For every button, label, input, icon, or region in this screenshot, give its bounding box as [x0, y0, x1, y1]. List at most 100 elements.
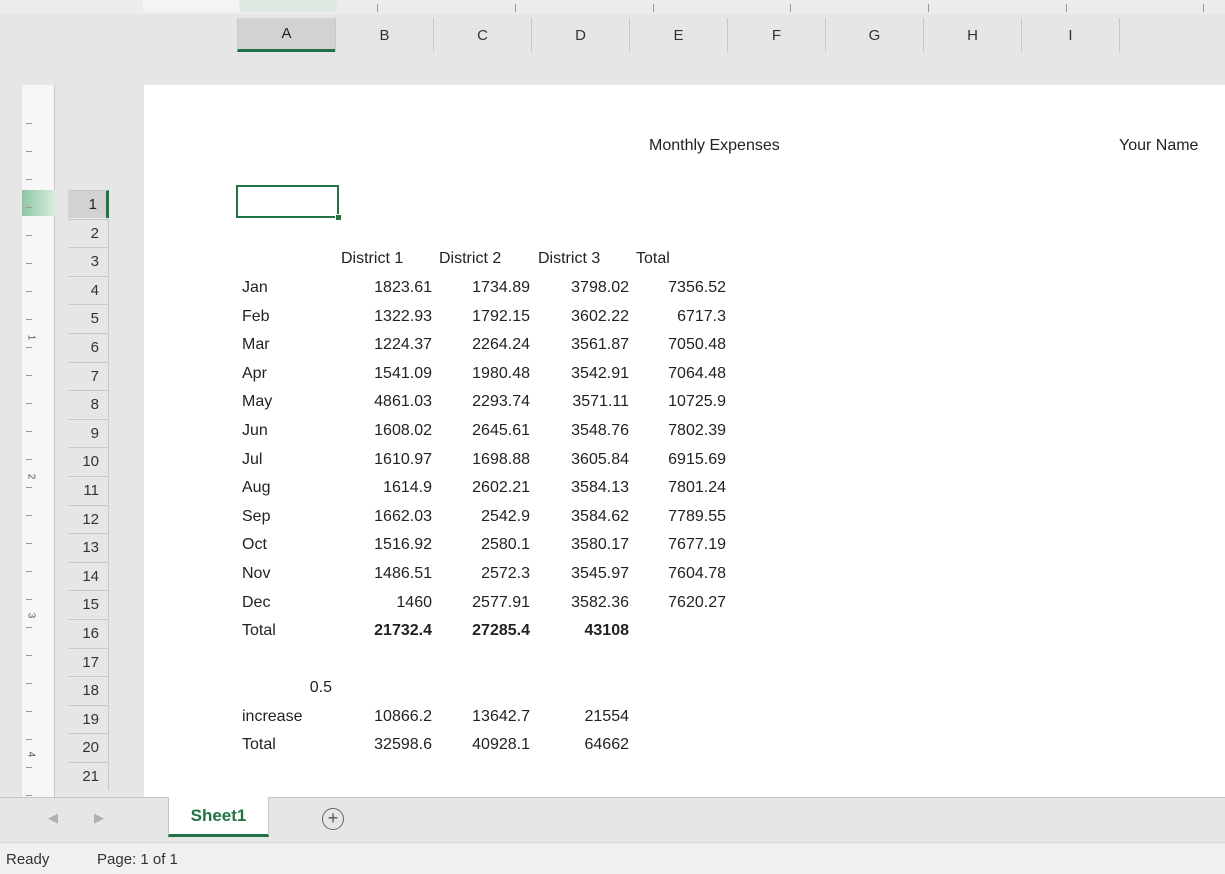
row-header-16[interactable]: 16 [68, 619, 109, 647]
row-header-6[interactable]: 6 [68, 333, 109, 361]
cell-oct-total[interactable]: 7677.19 [631, 531, 726, 559]
row-header-5[interactable]: 5 [68, 304, 109, 333]
cell-dec-d2[interactable]: 2577.91 [437, 589, 530, 617]
cell-mar-d3[interactable]: 3561.87 [535, 331, 629, 359]
cell-apr-d2[interactable]: 1980.48 [437, 360, 530, 388]
cell-feb-d3[interactable]: 3602.22 [535, 303, 629, 331]
cell-may-d3[interactable]: 3571.11 [535, 388, 629, 416]
row-header-14[interactable]: 14 [68, 561, 109, 590]
cell-feb-total[interactable]: 6717.3 [631, 303, 726, 331]
page-header-center[interactable]: Monthly Expenses [649, 137, 780, 155]
increase-d2[interactable]: 13642.7 [437, 703, 530, 731]
cell-jul-d3[interactable]: 3605.84 [535, 446, 629, 474]
cell-oct-d1[interactable]: 1516.92 [340, 531, 432, 559]
cell-mar-d2[interactable]: 2264.24 [437, 331, 530, 359]
cell-apr-d3[interactable]: 3542.91 [535, 360, 629, 388]
cell-aug-total[interactable]: 7801.24 [631, 474, 726, 502]
column-header-g[interactable]: G [825, 18, 923, 52]
row-header-11[interactable]: 11 [68, 476, 109, 504]
header-district-3[interactable]: District 3 [538, 245, 600, 273]
row-header-4[interactable]: 4 [68, 275, 109, 304]
cell-dec-d1[interactable]: 1460 [340, 589, 432, 617]
cell-jun-d2[interactable]: 2645.61 [437, 417, 530, 445]
row-header-18[interactable]: 18 [68, 676, 109, 705]
cell-may-total[interactable]: 10725.9 [631, 388, 726, 416]
cell-jun-d3[interactable]: 3548.76 [535, 417, 629, 445]
column-header-d[interactable]: D [531, 18, 629, 52]
cell-jun-total[interactable]: 7802.39 [631, 417, 726, 445]
header-district-2[interactable]: District 2 [439, 245, 501, 273]
cell-jun-d1[interactable]: 1608.02 [340, 417, 432, 445]
increase-d1[interactable]: 10866.2 [340, 703, 432, 731]
cell-nov-d3[interactable]: 3545.97 [535, 560, 629, 588]
cell-aug-d2[interactable]: 2602.21 [437, 474, 530, 502]
cell-mar-label[interactable]: Mar [242, 331, 270, 359]
cell-feb-label[interactable]: Feb [242, 303, 270, 331]
row-header-9[interactable]: 9 [68, 418, 109, 447]
column-header-f[interactable]: F [727, 18, 825, 52]
scroll-tabs-left-icon[interactable]: ◀ [48, 810, 58, 826]
cell-jan-d2[interactable]: 1734.89 [437, 274, 530, 302]
cell-jul-label[interactable]: Jul [242, 446, 262, 474]
cell-mar-total[interactable]: 7050.48 [631, 331, 726, 359]
column-header-i[interactable]: I [1021, 18, 1119, 52]
page-layout-sheet[interactable]: Monthly Expenses Your Name District 1 Di… [144, 85, 1225, 797]
row-header-10[interactable]: 10 [68, 447, 109, 476]
cell-sep-d1[interactable]: 1662.03 [340, 503, 432, 531]
row-header-13[interactable]: 13 [68, 533, 109, 562]
cell-may-d1[interactable]: 4861.03 [340, 388, 432, 416]
row-header-15[interactable]: 15 [68, 590, 109, 619]
row-header-7[interactable]: 7 [68, 361, 109, 390]
header-district-1[interactable]: District 1 [341, 245, 403, 273]
row-header-8[interactable]: 8 [68, 390, 109, 419]
add-sheet-icon[interactable]: + [322, 808, 344, 830]
increase-d3[interactable]: 21554 [535, 703, 630, 731]
cell-apr-total[interactable]: 7064.48 [631, 360, 726, 388]
sheet-tab-sheet1[interactable]: Sheet1 [168, 797, 269, 837]
active-cell-a1[interactable] [236, 185, 342, 221]
cell-nov-label[interactable]: Nov [242, 560, 270, 588]
cell-apr-label[interactable]: Apr [242, 360, 267, 388]
total-d2[interactable]: 27285.4 [437, 617, 530, 645]
cell-oct-d2[interactable]: 2580.1 [437, 531, 530, 559]
scroll-tabs-right-icon[interactable]: ▶ [94, 810, 104, 826]
cell-jan-total[interactable]: 7356.52 [631, 274, 726, 302]
cell-jul-d1[interactable]: 1610.97 [340, 446, 432, 474]
total-d3[interactable]: 43108 [535, 617, 630, 645]
cell-jan-label[interactable]: Jan [242, 274, 268, 302]
cell-dec-d3[interactable]: 3582.36 [535, 589, 629, 617]
cell-feb-d1[interactable]: 1322.93 [340, 303, 432, 331]
column-header-c[interactable]: C [433, 18, 531, 52]
total-label[interactable]: Total [242, 617, 276, 645]
row-header-12[interactable]: 12 [68, 504, 109, 533]
increase-label[interactable]: increase [242, 703, 302, 731]
column-header-b[interactable]: B [335, 18, 433, 52]
cell-nov-d2[interactable]: 2572.3 [437, 560, 530, 588]
cell-dec-label[interactable]: Dec [242, 589, 270, 617]
cell-oct-label[interactable]: Oct [242, 531, 267, 559]
cell-aug-d3[interactable]: 3584.13 [535, 474, 629, 502]
column-header-e[interactable]: E [629, 18, 727, 52]
cell-jun-label[interactable]: Jun [242, 417, 268, 445]
cell-sep-label[interactable]: Sep [242, 503, 270, 531]
row-header-19[interactable]: 19 [68, 704, 109, 733]
cell-sep-total[interactable]: 7789.55 [631, 503, 726, 531]
fill-handle[interactable] [335, 214, 342, 221]
page-header-right[interactable]: Your Name [1119, 137, 1198, 155]
row-header-3[interactable]: 3 [68, 247, 109, 276]
column-header-a[interactable]: A [237, 18, 335, 52]
cell-jan-d3[interactable]: 3798.02 [535, 274, 629, 302]
cell-may-d2[interactable]: 2293.74 [437, 388, 530, 416]
cell-sep-d2[interactable]: 2542.9 [437, 503, 530, 531]
cell-aug-label[interactable]: Aug [242, 474, 270, 502]
cell-mar-d1[interactable]: 1224.37 [340, 331, 432, 359]
new-total-d1[interactable]: 32598.6 [340, 731, 432, 759]
row-header-17[interactable]: 17 [68, 647, 109, 676]
column-header-h[interactable]: H [923, 18, 1021, 52]
new-total-label[interactable]: Total [242, 731, 276, 759]
cell-aug-d1[interactable]: 1614.9 [340, 474, 432, 502]
cell-jul-d2[interactable]: 1698.88 [437, 446, 530, 474]
cell-jul-total[interactable]: 6915.69 [631, 446, 726, 474]
cell-jan-d1[interactable]: 1823.61 [340, 274, 432, 302]
cell-may-label[interactable]: May [242, 388, 272, 416]
